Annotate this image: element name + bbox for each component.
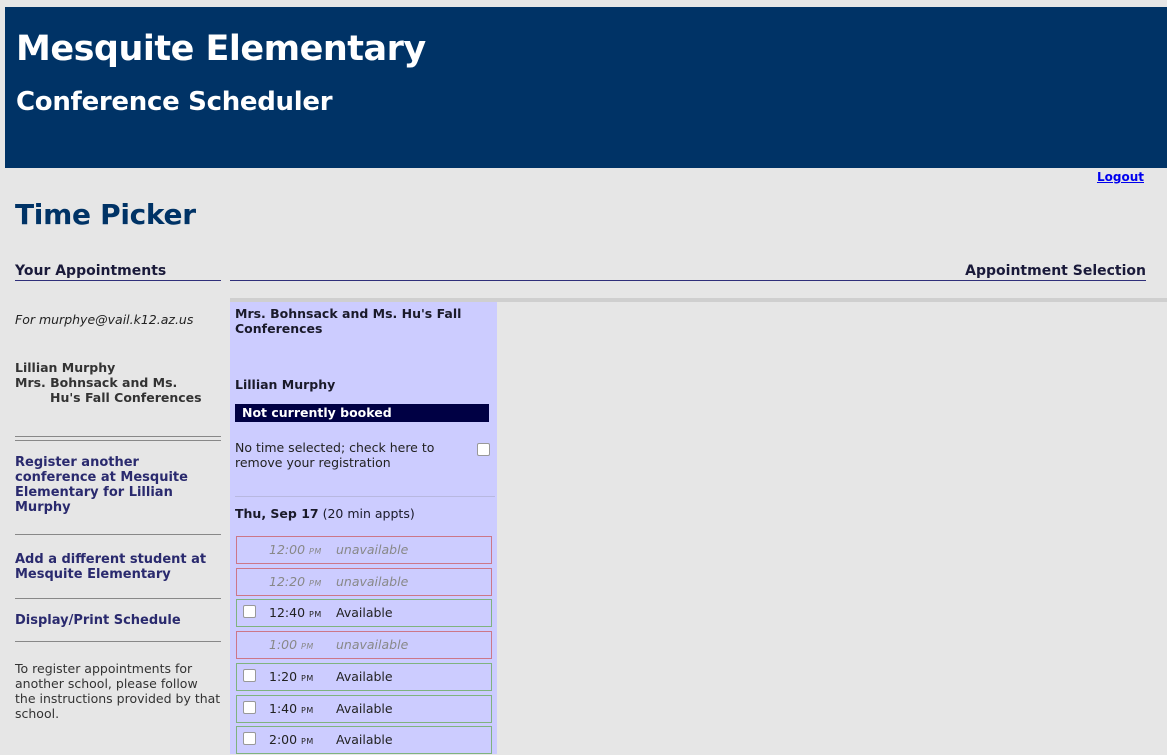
time-ampm: PM <box>301 642 314 651</box>
time-slot-checkbox[interactable] <box>243 605 256 618</box>
time-value: 12:40 <box>269 605 309 620</box>
time-value: 12:00 <box>269 542 309 557</box>
time-value: 1:40 <box>269 701 302 716</box>
top-strip <box>0 0 1167 7</box>
booking-status-bar: Not currently booked <box>235 404 489 422</box>
time-ampm: PM <box>301 674 314 683</box>
remove-registration-text: No time selected; check here to remove y… <box>235 440 435 470</box>
your-appointments-heading: Your Appointments <box>15 263 221 281</box>
divider <box>15 641 221 642</box>
time-slot-status: unavailable <box>336 574 409 589</box>
day-note: (20 min appts) <box>322 506 415 521</box>
conference-line-1: Mrs. Bohnsack and Ms. <box>15 375 178 390</box>
time-slot-status: Available <box>336 701 393 716</box>
time-slot-unavailable: 12:00 PM unavailable <box>236 536 492 564</box>
display-print-schedule-link[interactable]: Display/Print Schedule <box>15 613 221 628</box>
time-value: 12:20 <box>269 574 309 589</box>
time-slot-available[interactable]: 2:00 PM Available <box>236 726 492 754</box>
time-ampm: PM <box>301 737 314 746</box>
register-another-conference-link[interactable]: Register another conference at Mesquite … <box>15 455 221 515</box>
school-name: Mesquite Elementary <box>16 29 426 69</box>
conference-line-2: Hu's Fall Conferences <box>50 390 202 405</box>
time-ampm: PM <box>309 579 322 588</box>
day-header: Thu, Sep 17 (20 min appts) <box>235 506 415 521</box>
time-value: 1:00 <box>269 637 302 652</box>
time-slot-available[interactable]: 12:40 PM Available <box>236 599 492 627</box>
time-slot-time: 12:20 PM <box>269 569 322 597</box>
time-slot-time: 2:00 PM <box>269 727 314 755</box>
time-slot-available[interactable]: 1:40 PM Available <box>236 695 492 723</box>
app-title: Conference Scheduler <box>16 87 333 117</box>
divider <box>15 534 221 535</box>
time-slot-time: 12:00 PM <box>269 537 322 565</box>
page-title: Time Picker <box>15 198 196 231</box>
appointment-selection-heading: Appointment Selection <box>230 263 1146 281</box>
time-slot-time: 12:40 PM <box>269 600 322 628</box>
time-ampm: PM <box>301 706 314 715</box>
time-slot-checkbox[interactable] <box>243 669 256 682</box>
logout-link[interactable]: Logout <box>1097 170 1144 184</box>
site-header: Mesquite Elementary Conference Scheduler <box>5 7 1167 168</box>
time-slot-time: 1:40 PM <box>269 696 314 724</box>
panel-divider <box>235 496 495 497</box>
panel-student-name: Lillian Murphy <box>235 377 336 392</box>
time-slot-unavailable: 1:00 PM unavailable <box>236 631 492 659</box>
time-value: 1:20 <box>269 669 302 684</box>
time-ampm: PM <box>309 547 322 556</box>
time-slot-unavailable: 12:20 PM unavailable <box>236 568 492 596</box>
day-date: Thu, Sep 17 <box>235 506 319 521</box>
time-slot-status: Available <box>336 605 393 620</box>
time-slot-available[interactable]: 1:20 PM Available <box>236 663 492 691</box>
student-summary: Lillian Murphy Mrs. Bohnsack and Ms. Hu'… <box>15 360 221 405</box>
time-slot-time: 1:00 PM <box>269 632 314 660</box>
time-slot-status: unavailable <box>336 637 409 652</box>
time-ampm: PM <box>309 610 322 619</box>
conference-title: Mrs. Bohnsack and Ms. Hu's Fall Conferen… <box>235 306 462 336</box>
time-slot-checkbox[interactable] <box>243 732 256 745</box>
time-slot-checkbox[interactable] <box>243 701 256 714</box>
remove-registration-checkbox[interactable] <box>477 443 490 456</box>
time-slot-time: 1:20 PM <box>269 664 314 692</box>
time-slot-status: Available <box>336 732 393 747</box>
student-name: Lillian Murphy <box>15 360 116 375</box>
time-slot-status: unavailable <box>336 542 409 557</box>
time-value: 2:00 <box>269 732 302 747</box>
double-divider <box>15 436 221 441</box>
other-school-help-text: To register appointments for another sch… <box>15 661 221 721</box>
booking-panel: Mrs. Bohnsack and Ms. Hu's Fall Conferen… <box>230 302 497 754</box>
divider <box>15 598 221 599</box>
add-student-link[interactable]: Add a different student at Mesquite Elem… <box>15 552 221 582</box>
time-slot-status: Available <box>336 669 393 684</box>
account-email: For murphye@vail.k12.az.us <box>15 312 194 327</box>
